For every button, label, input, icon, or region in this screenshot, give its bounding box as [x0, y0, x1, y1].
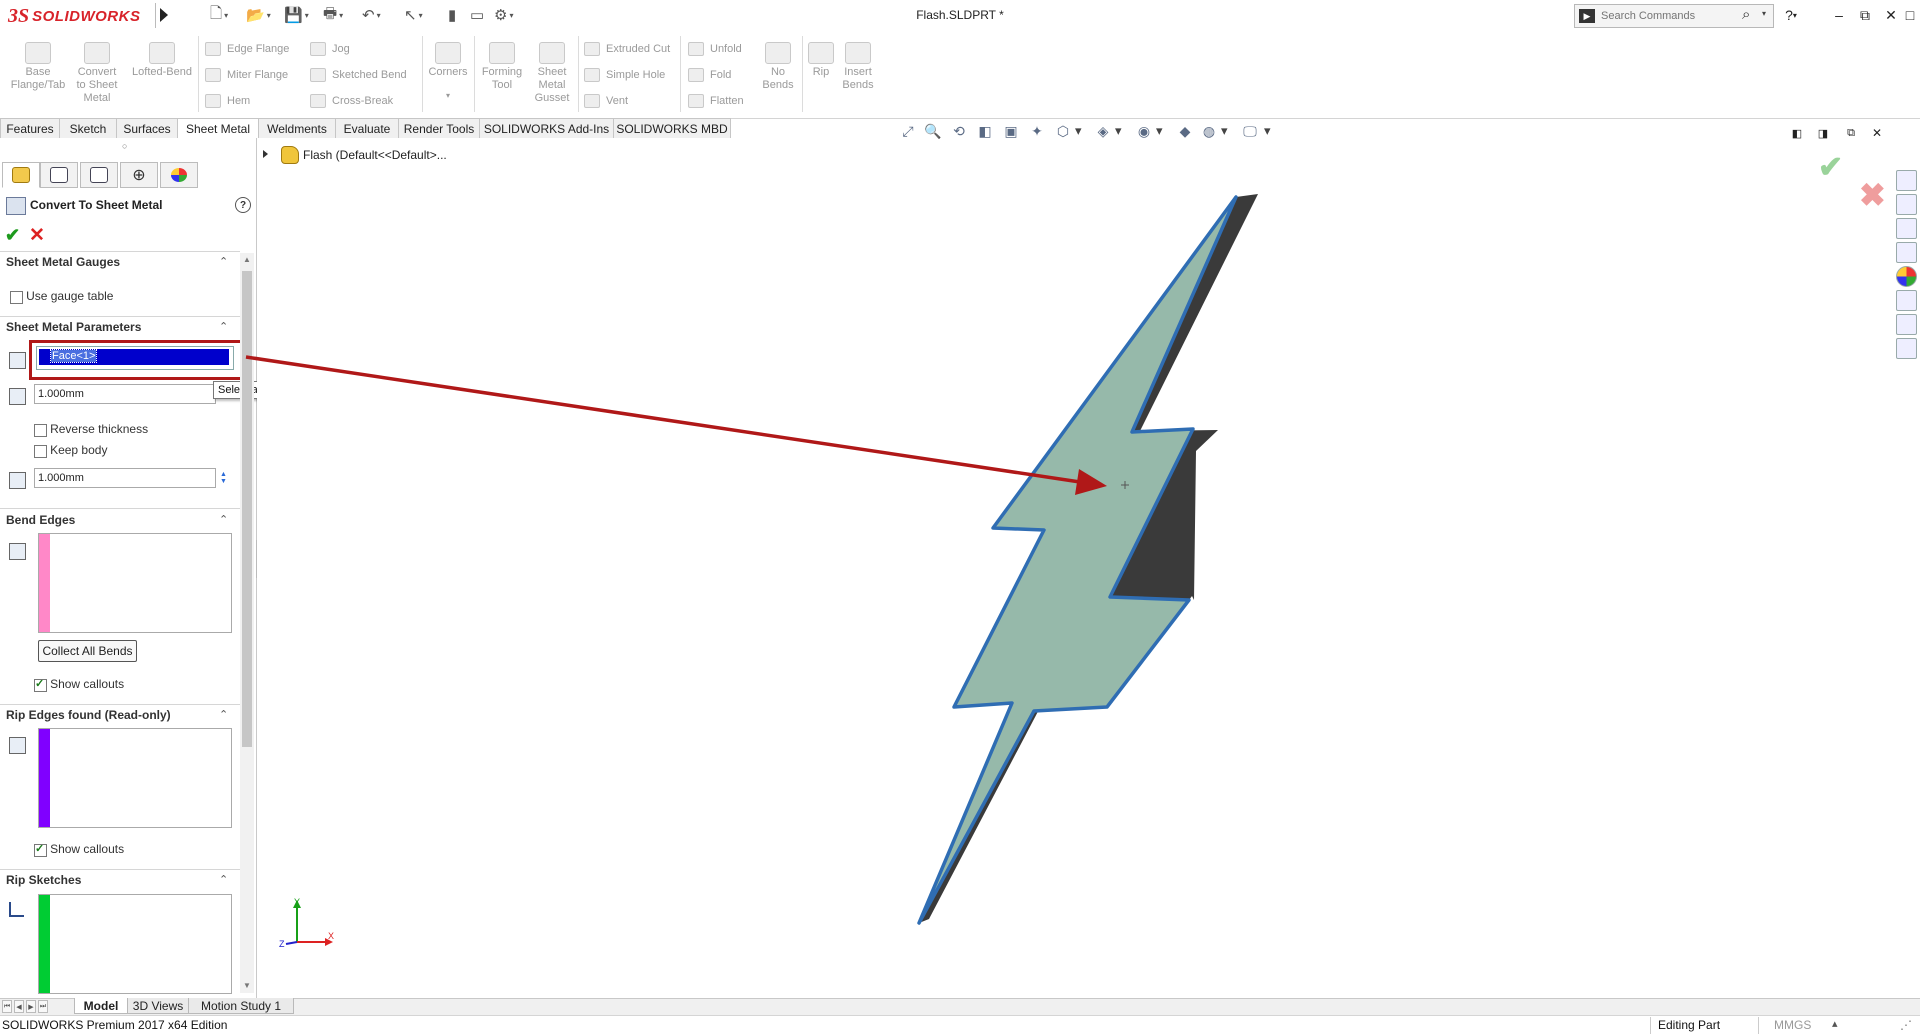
callout-arrow: [245, 355, 1107, 495]
status-bar: [0, 1015, 1920, 1036]
triad-z-label: Z: [279, 939, 285, 949]
status-separator: [1650, 1017, 1651, 1034]
resize-grip-icon[interactable]: ⋰: [1900, 1018, 1912, 1032]
prev-tab-arrow-icon[interactable]: ◀: [14, 1000, 24, 1013]
triad-x-label: X: [328, 931, 334, 941]
next-tab-arrow-icon[interactable]: ▶: [26, 1000, 36, 1013]
triad-z-axis: [285, 941, 298, 945]
tab-motion-study-label: Motion Study 1: [200, 998, 282, 1013]
status-units[interactable]: MMGS: [1774, 1018, 1811, 1032]
model-viewport-svg: [245, 194, 1258, 925]
tab-model-label: Model: [83, 998, 119, 1013]
tab-motion-study-1[interactable]: Motion Study 1: [188, 998, 294, 1014]
units-menu-arrow-icon[interactable]: ▴: [1832, 1017, 1838, 1030]
tab-3d-views[interactable]: 3D Views: [127, 998, 189, 1014]
tab-3d-views-label: 3D Views: [132, 998, 184, 1013]
status-separator: [1758, 1017, 1759, 1034]
status-edition: SOLIDWORKS Premium 2017 x64 Edition: [2, 1018, 228, 1032]
callout-arrow-line: [245, 355, 1081, 484]
reference-triad: Y X Z: [279, 898, 334, 949]
tab-model[interactable]: Model: [74, 998, 128, 1014]
first-tab-arrow-icon[interactable]: ⏮: [2, 1000, 12, 1013]
last-tab-arrow-icon[interactable]: ⏭: [38, 1000, 48, 1013]
status-editing-mode: Editing Part: [1658, 1018, 1721, 1032]
triad-y-label: Y: [294, 898, 300, 907]
